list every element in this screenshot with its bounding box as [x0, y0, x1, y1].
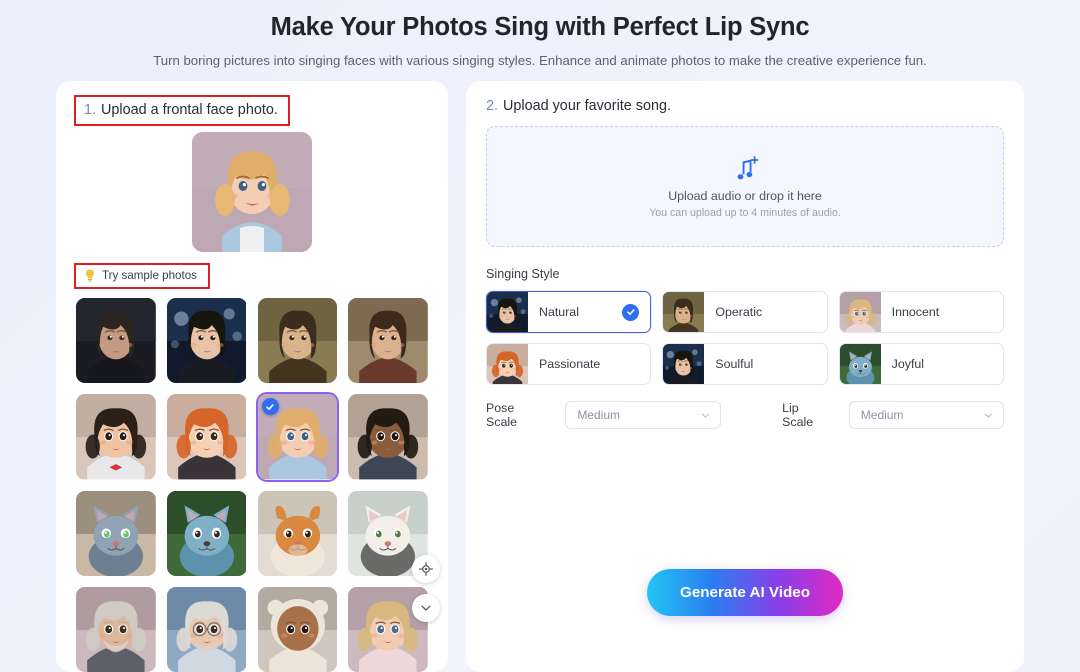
try-samples-label: Try sample photos — [102, 269, 197, 282]
sample-photo-s2[interactable] — [167, 298, 247, 383]
style-thumbnail — [840, 344, 881, 384]
sample-photo-s5[interactable] — [76, 394, 156, 479]
step-2-heading: 2. Upload your favorite song. — [486, 98, 671, 114]
sample-thumbnail-art — [258, 298, 338, 383]
sample-photo-s14[interactable] — [167, 587, 247, 672]
lip-scale-select[interactable]: Medium — [849, 401, 1004, 429]
sample-photo-s4[interactable] — [348, 298, 428, 383]
lightbulb-icon — [84, 269, 96, 282]
style-label: Natural — [539, 305, 622, 319]
style-thumbnail-art — [663, 344, 704, 384]
generate-button-area: Generate AI Video — [466, 569, 1024, 616]
scale-controls-row: Pose Scale Medium Lip Scale Medium — [486, 401, 1004, 429]
try-samples-row: Try sample photos — [76, 265, 428, 287]
style-card-joyful[interactable]: Joyful — [839, 343, 1004, 385]
style-card-operatic[interactable]: Operatic — [662, 291, 827, 333]
sample-thumbnail-art — [258, 491, 338, 576]
style-label: Innocent — [892, 305, 1003, 319]
sample-photo-s6[interactable] — [167, 394, 247, 479]
dropzone-primary-text: Upload audio or drop it here — [668, 189, 822, 203]
chevron-down-icon — [983, 410, 994, 421]
pose-scale-value: Medium — [577, 408, 620, 422]
pose-scale-select[interactable]: Medium — [565, 401, 720, 429]
sample-thumbnail-art — [348, 394, 428, 479]
style-thumbnail — [840, 292, 881, 332]
sample-thumbnail-art — [258, 587, 338, 672]
selected-check-icon — [262, 398, 279, 415]
audio-dropzone[interactable]: Upload audio or drop it here You can upl… — [486, 126, 1004, 247]
pose-scale-label: Pose Scale — [486, 401, 548, 429]
style-label: Joyful — [892, 357, 1003, 371]
sample-thumbnail-art — [167, 394, 247, 479]
step-2-number: 2. — [486, 98, 498, 114]
sample-photo-s9[interactable] — [76, 491, 156, 576]
sample-photo-s15[interactable] — [258, 587, 338, 672]
step-1-annotation-box: 1. Upload a frontal face photo. — [76, 97, 288, 124]
style-thumbnail-art — [487, 344, 528, 384]
singing-style-grid: Natural Operatic Innocent Passionate Sou… — [486, 291, 1004, 385]
uploaded-photo-preview[interactable] — [192, 132, 312, 252]
sample-photo-grid — [76, 298, 428, 672]
style-thumbnail — [663, 344, 704, 384]
page-title: Make Your Photos Sing with Perfect Lip S… — [0, 11, 1080, 44]
style-thumbnail — [487, 292, 528, 332]
sample-photo-s3[interactable] — [258, 298, 338, 383]
upload-photo-panel: 1. Upload a frontal face photo. — [56, 81, 448, 672]
sample-thumbnail-art — [167, 491, 247, 576]
sample-photo-s8[interactable] — [348, 394, 428, 479]
generate-ai-video-button[interactable]: Generate AI Video — [647, 569, 843, 616]
style-card-innocent[interactable]: Innocent — [839, 291, 1004, 333]
style-thumbnail-art — [487, 292, 528, 332]
sample-photo-s11[interactable] — [258, 491, 338, 576]
sample-thumbnail-art — [76, 587, 156, 672]
sample-photo-s7[interactable] — [258, 394, 338, 479]
page-subtitle: Turn boring pictures into singing faces … — [0, 53, 1080, 68]
preview-portrait-art — [192, 132, 312, 252]
crosshair-target-icon — [419, 562, 433, 576]
style-label: Operatic — [715, 305, 826, 319]
photo-preview-area — [76, 132, 428, 252]
hero-section: Make Your Photos Sing with Perfect Lip S… — [0, 0, 1080, 68]
step-2-title: Upload your favorite song. — [503, 98, 671, 114]
selected-check-icon — [622, 304, 639, 321]
song-and-style-panel: 2. Upload your favorite song. Upload audi… — [466, 81, 1024, 672]
style-thumbnail — [487, 344, 528, 384]
sample-photo-s13[interactable] — [76, 587, 156, 672]
sample-thumbnail-art — [348, 298, 428, 383]
chevron-down-icon — [700, 410, 711, 421]
step-1-heading: 1. Upload a frontal face photo. — [84, 102, 278, 118]
style-thumbnail — [663, 292, 704, 332]
lip-scale-label: Lip Scale — [782, 401, 833, 429]
lip-scale-value: Medium — [861, 408, 904, 422]
style-thumbnail-art — [840, 344, 881, 384]
sample-thumbnail-art — [76, 394, 156, 479]
step-1-title: Upload a frontal face photo. — [101, 102, 278, 118]
main-stage: 1. Upload a frontal face photo. — [0, 81, 1080, 672]
style-card-passionate[interactable]: Passionate — [486, 343, 651, 385]
style-card-soulful[interactable]: Soulful — [662, 343, 827, 385]
style-label: Soulful — [715, 357, 826, 371]
dropzone-secondary-text: You can upload up to 4 minutes of audio. — [649, 207, 841, 219]
style-card-natural[interactable]: Natural — [486, 291, 651, 333]
sample-photo-s1[interactable] — [76, 298, 156, 383]
sample-thumbnail-art — [167, 298, 247, 383]
sample-thumbnail-art — [76, 491, 156, 576]
music-note-plus-icon — [732, 155, 759, 180]
recenter-target-button[interactable] — [412, 555, 440, 583]
step-1-number: 1. — [84, 102, 96, 118]
sample-photo-s10[interactable] — [167, 491, 247, 576]
singing-style-label: Singing Style — [486, 267, 1004, 281]
style-label: Passionate — [539, 357, 650, 371]
style-thumbnail-art — [840, 292, 881, 332]
sample-thumbnail-art — [167, 587, 247, 672]
sample-thumbnail-art — [76, 298, 156, 383]
chevron-down-icon — [419, 601, 433, 615]
expand-more-button[interactable] — [412, 594, 440, 622]
try-samples-annotation-box[interactable]: Try sample photos — [76, 265, 208, 287]
style-thumbnail-art — [663, 292, 704, 332]
